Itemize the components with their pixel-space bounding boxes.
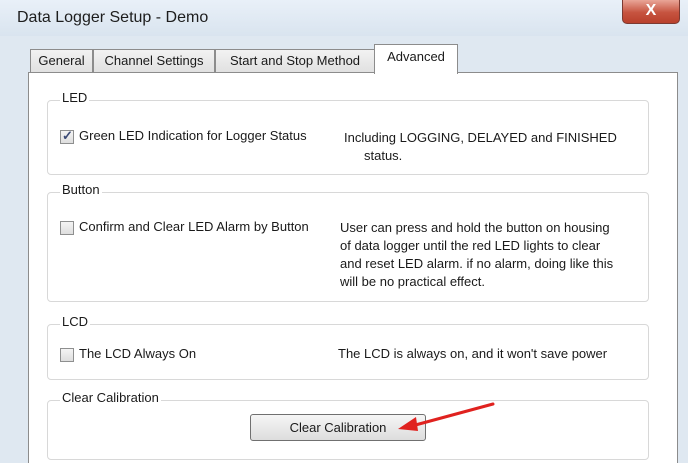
button-description-line4: will be no practical effect. [340, 274, 485, 289]
tab-general[interactable]: General [30, 49, 93, 73]
lcd-always-on-label: The LCD Always On [79, 346, 197, 361]
led-description-line2: status. [364, 148, 403, 163]
lcd-group: LCD The LCD Always On The LCD is always … [47, 314, 649, 380]
button-description-line3: and reset LED alarm. if no alarm, doing … [340, 256, 614, 271]
tab-advanced[interactable]: Advanced [374, 44, 458, 74]
confirm-clear-led-label: Confirm and Clear LED Alarm by Button [79, 219, 309, 234]
advanced-panel: LED ✓ Green LED Indication for Logger St… [28, 72, 678, 463]
tab-channel-settings[interactable]: Channel Settings [93, 49, 215, 73]
clear-calibration-button-label: Clear Calibration [289, 420, 387, 435]
window-title: Data Logger Setup - Demo [17, 9, 209, 26]
annotation-arrow-icon [398, 402, 495, 431]
button-description-line1: User can press and hold the button on ho… [340, 220, 610, 235]
clear-calibration-group-title: Clear Calibration [60, 390, 161, 405]
close-icon: X [645, 2, 657, 19]
tab-general-label: General [38, 53, 85, 68]
led-group: LED ✓ Green LED Indication for Logger St… [47, 90, 649, 175]
green-led-checkbox[interactable]: ✓ [60, 128, 74, 144]
button-group-title: Button [60, 182, 102, 197]
lcd-always-on-checkbox[interactable] [60, 348, 74, 362]
tab-advanced-label: Advanced [387, 49, 445, 64]
button-group: Button Confirm and Clear LED Alarm by Bu… [47, 182, 649, 302]
lcd-description: The LCD is always on, and it won't save … [338, 346, 608, 361]
button-description-line2: of data logger until the red LED lights … [340, 238, 601, 253]
confirm-clear-led-checkbox[interactable] [60, 221, 74, 235]
led-description-line1: Including LOGGING, DELAYED and FINISHED [344, 130, 617, 145]
close-button[interactable]: X [622, 0, 680, 24]
dialog-window: Data Logger Setup - Demo X General Chann… [0, 0, 688, 463]
tab-channel-settings-label: Channel Settings [104, 53, 204, 68]
tab-start-stop-method[interactable]: Start and Stop Method [215, 49, 375, 73]
tab-start-stop-method-label: Start and Stop Method [229, 53, 361, 68]
title-bar: Data Logger Setup - Demo X [0, 0, 688, 36]
led-group-title: LED [60, 90, 90, 105]
checkmark-icon: ✓ [62, 128, 73, 143]
green-led-label: Green LED Indication for Logger Status [79, 128, 307, 143]
lcd-group-title: LCD [60, 314, 91, 329]
